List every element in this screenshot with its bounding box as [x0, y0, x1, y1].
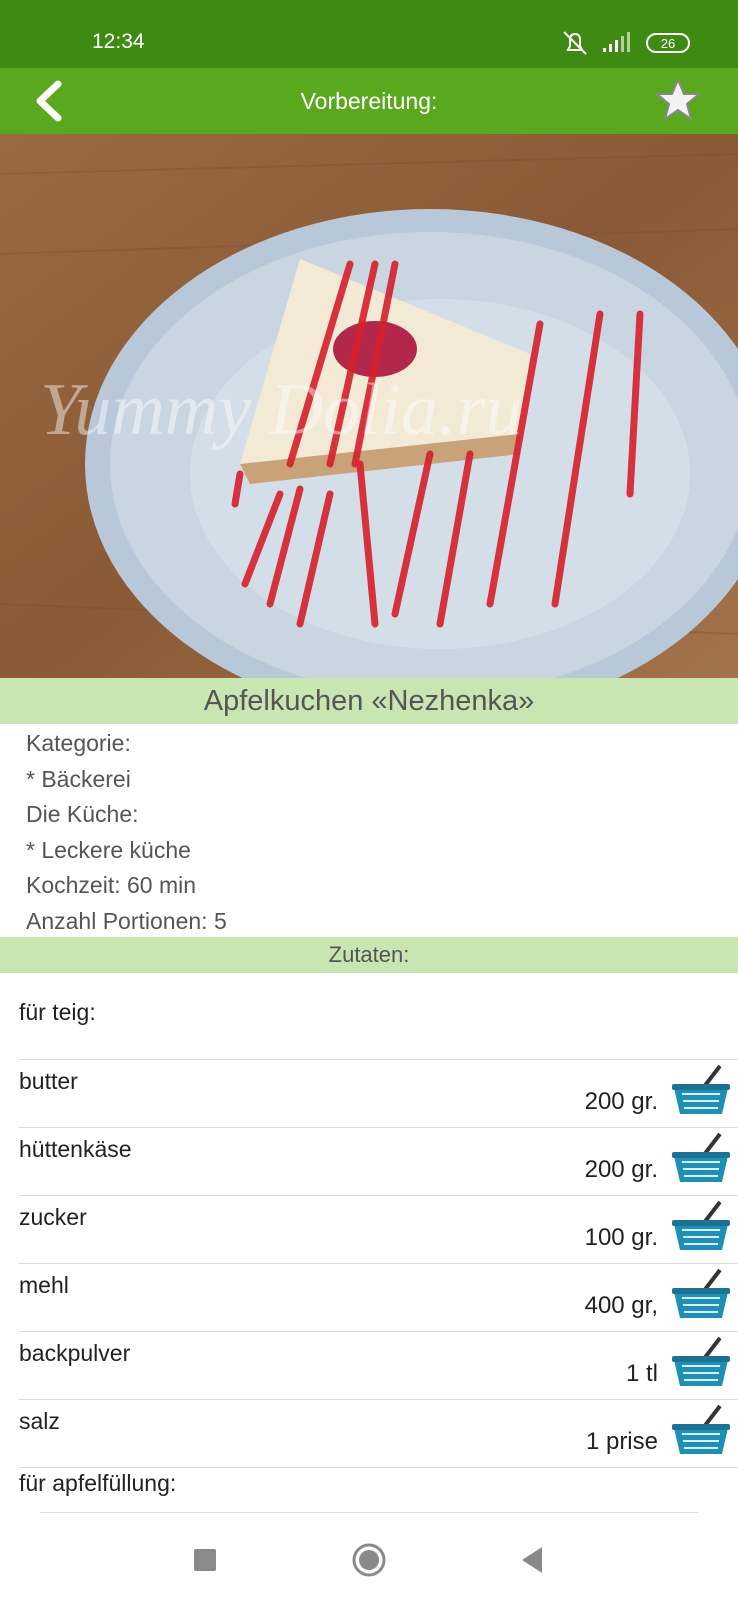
ingredients-section-header: Zutaten: — [0, 937, 738, 973]
back-triangle-icon[interactable] — [512, 1539, 554, 1581]
ingredient-row: mehl 400 gr, — [19, 1264, 738, 1332]
shopping-basket-icon[interactable] — [670, 1266, 732, 1324]
favorite-star-button[interactable] — [654, 76, 702, 124]
recipe-title-band: Apfelkuchen «Nezhenka» — [0, 678, 738, 724]
ingredient-amount: 400 gr, — [584, 1292, 658, 1319]
recipe-title: Apfelkuchen «Nezhenka» — [203, 685, 535, 717]
status-bar: 12:34 26 — [0, 0, 738, 68]
ingredient-group-label-2: für apfelfüllung: — [19, 1470, 177, 1496]
mute-icon — [563, 31, 587, 55]
app-bar: Vorbereitung: — [0, 68, 738, 134]
ingredient-name: butter — [19, 1068, 78, 1094]
battery-icon: 26 — [646, 33, 690, 53]
cake-photo-illustration: Yummy Dolia.ru — [0, 134, 738, 678]
ingredient-row: hüttenkäse 200 gr. — [19, 1128, 738, 1196]
home-circle-icon[interactable] — [348, 1539, 390, 1581]
ingredient-name: salz — [19, 1408, 60, 1434]
status-icons: 26 — [560, 30, 690, 56]
ingredient-row: backpulver 1 tl — [19, 1332, 738, 1400]
meta-cuisine-value: * Leckere küche — [26, 836, 191, 863]
ingredient-name: hüttenkäse — [19, 1136, 132, 1162]
ingredient-row: zucker 100 gr. — [19, 1196, 738, 1264]
app-bar-title: Vorbereitung: — [300, 88, 438, 114]
divider — [40, 1512, 698, 1513]
meta-cook-time: Kochzeit: 60 min — [26, 872, 197, 898]
signal-icon — [603, 32, 630, 52]
ingredient-row: salz 1 prise — [19, 1400, 738, 1468]
ingredient-name: zucker — [19, 1204, 87, 1230]
meta-servings: Anzahl Portionen: 5 — [26, 907, 227, 934]
shopping-basket-icon[interactable] — [670, 1130, 732, 1188]
ingredients-list: für teig: butter 200 gr. hüttenkäse 200 … — [0, 973, 738, 1468]
recipe-meta: Kategorie: * Bäckerei Die Küche: * Lecke… — [26, 726, 227, 939]
meta-category-label: Kategorie: — [26, 730, 131, 756]
meta-category-value: * Bäckerei — [26, 765, 131, 792]
ingredient-name: mehl — [19, 1272, 69, 1298]
shopping-basket-icon[interactable] — [670, 1334, 732, 1392]
ingredient-amount: 200 gr. — [584, 1088, 658, 1115]
recipe-photo: Yummy Dolia.ru — [0, 134, 738, 678]
ingredient-amount: 100 gr. — [584, 1224, 658, 1251]
watermark-text: Yummy Dolia.ru — [40, 369, 522, 451]
ingredient-amount: 1 tl — [625, 1360, 658, 1387]
ingredient-amount: 1 prise — [585, 1428, 658, 1455]
shopping-basket-icon[interactable] — [670, 1402, 732, 1460]
ingredient-group-label: für teig: — [19, 999, 96, 1025]
meta-cuisine-label: Die Küche: — [26, 801, 139, 827]
system-nav-bar — [0, 1519, 738, 1599]
ingredient-group-header: für teig: — [19, 973, 738, 1060]
status-time: 12:34 — [92, 30, 145, 53]
ingredient-amount: 200 gr. — [584, 1156, 658, 1183]
shopping-basket-icon[interactable] — [670, 1062, 732, 1120]
recents-square-icon[interactable] — [184, 1539, 226, 1581]
battery-level: 26 — [660, 35, 676, 51]
shopping-basket-icon[interactable] — [670, 1198, 732, 1256]
ingredient-row: butter 200 gr. — [19, 1060, 738, 1128]
ingredient-name: backpulver — [19, 1340, 131, 1366]
